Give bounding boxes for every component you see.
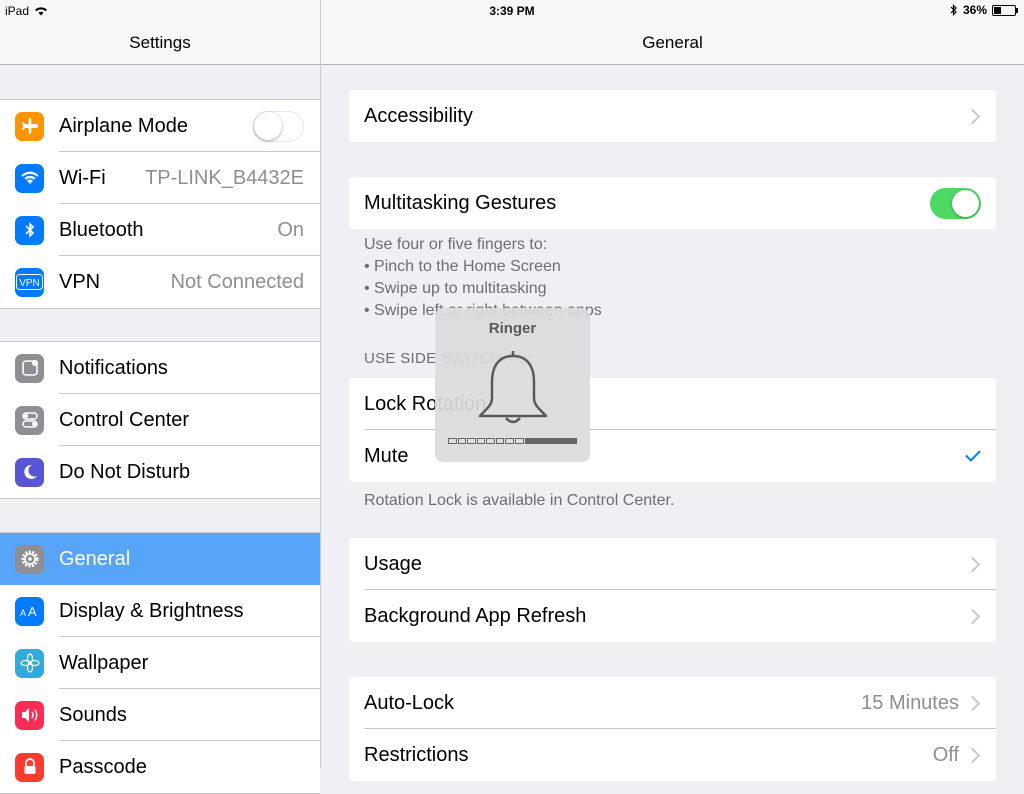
hud-title: Ringer <box>488 320 537 337</box>
sidebar-item-label: Wi-Fi <box>59 166 106 189</box>
vpn-icon: VPN <box>15 267 44 297</box>
sidebar-item-sounds[interactable]: Sounds <box>0 689 320 741</box>
note-line: • Pinch to the Home Screen <box>364 258 561 275</box>
detail-title: General <box>642 33 703 52</box>
wifi-network-value: TP-LINK_B4432E <box>145 166 304 189</box>
sidebar-group-connectivity: Airplane Mode Wi-Fi TP-LINK_B4432E Bluet… <box>0 99 320 309</box>
row-label: Restrictions <box>364 743 469 766</box>
wifi-icon <box>15 163 44 193</box>
sidebar-item-vpn[interactable]: VPN VPN Not Connected <box>0 256 320 308</box>
bell-icon <box>478 351 548 424</box>
ringer-level-empty-segment <box>514 438 524 444</box>
sidebar-group-general: General AA Display & Brightness Wallpape… <box>0 532 320 794</box>
ringer-level-empty-segment <box>467 438 476 444</box>
chevron-right-icon <box>964 108 981 124</box>
ringer-level-empty-segment <box>476 438 486 444</box>
row-label: Multitasking Gestures <box>364 191 557 214</box>
multitasking-group: Multitasking Gestures <box>349 177 996 229</box>
restrictions-row[interactable]: Restrictions Off <box>349 729 996 781</box>
sidebar-item-label: Passcode <box>59 755 147 778</box>
sidebar-group-notifications: Notifications Control Center Do Not Dist… <box>0 341 320 499</box>
sidebar-item-label: Do Not Disturb <box>59 460 191 483</box>
ringer-level-empty-segment <box>486 438 495 444</box>
usage-row[interactable]: Usage <box>349 538 996 590</box>
svg-text:A: A <box>20 608 26 618</box>
ringer-level-empty-segment <box>505 438 514 444</box>
restrictions-value: Off <box>932 743 959 766</box>
note-line: Use four or five fingers to: <box>364 236 548 253</box>
sidebar-item-control-center[interactable]: Control Center <box>0 394 320 446</box>
chevron-right-icon <box>964 747 981 763</box>
chevron-right-icon <box>964 608 981 624</box>
moon-icon <box>15 457 44 487</box>
row-label: Accessibility <box>364 104 473 127</box>
sidebar-item-wallpaper[interactable]: Wallpaper <box>0 637 320 689</box>
display-brightness-icon: AA <box>15 596 44 626</box>
sidebar-item-label: Notifications <box>59 356 168 379</box>
sidebar-item-label: Airplane Mode <box>59 114 188 137</box>
airplane-mode-toggle[interactable] <box>253 110 304 142</box>
lock-icon <box>15 752 44 782</box>
sidebar-item-label: Sounds <box>59 703 127 726</box>
multitasking-gestures-row: Multitasking Gestures <box>349 177 996 229</box>
gear-icon <box>15 544 44 574</box>
sidebar-item-display-brightness[interactable]: AA Display & Brightness <box>0 585 320 637</box>
sidebar-item-airplane-mode[interactable]: Airplane Mode <box>0 100 320 152</box>
battery-icon <box>992 4 1018 16</box>
usage-group: Usage Background App Refresh <box>349 538 996 642</box>
sidebar-item-label: General <box>59 547 131 570</box>
ringer-level-empty-segment <box>448 438 457 444</box>
background-app-refresh-row[interactable]: Background App Refresh <box>349 590 996 642</box>
rotation-lock-note: Rotation Lock is available in Control Ce… <box>364 492 675 509</box>
accessibility-group: Accessibility <box>349 90 996 142</box>
sidebar-item-bluetooth[interactable]: Bluetooth On <box>0 204 320 256</box>
sidebar-item-wifi[interactable]: Wi-Fi TP-LINK_B4432E <box>0 152 320 204</box>
svg-text:VPN: VPN <box>19 278 40 289</box>
ringer-level-empty-segment <box>457 438 467 444</box>
airplane-icon <box>15 111 44 141</box>
sidebar-item-label: Wallpaper <box>59 651 149 674</box>
sidebar-item-label: Control Center <box>59 408 190 431</box>
control-center-icon <box>15 405 44 435</box>
multitasking-gestures-toggle[interactable] <box>930 187 981 219</box>
chevron-right-icon <box>964 556 981 572</box>
status-time: 3:39 PM <box>489 4 535 18</box>
chevron-right-icon <box>964 695 981 711</box>
accessibility-row[interactable]: Accessibility <box>349 90 996 142</box>
vpn-value: Not Connected <box>170 270 304 293</box>
row-label: Background App Refresh <box>364 604 587 627</box>
svg-text:A: A <box>28 604 37 619</box>
speaker-icon <box>15 700 44 730</box>
auto-lock-row[interactable]: Auto-Lock 15 Minutes <box>349 677 996 729</box>
row-label: Usage <box>364 552 422 575</box>
sidebar-title: Settings <box>129 33 191 52</box>
ringer-level-bar <box>448 438 577 444</box>
settings-sidebar: Settings Airplane Mode Wi-Fi TP-LINK_B44… <box>0 0 321 794</box>
sidebar-item-notifications[interactable]: Notifications <box>0 342 320 394</box>
notifications-icon <box>15 353 44 383</box>
ringer-level-empty-segment <box>495 438 505 444</box>
sidebar-item-passcode[interactable]: Passcode <box>0 741 320 793</box>
bluetooth-value: On <box>277 218 304 241</box>
sidebar-item-do-not-disturb[interactable]: Do Not Disturb <box>0 446 320 498</box>
auto-lock-value: 15 Minutes <box>861 691 959 714</box>
ringer-level-fill <box>524 438 577 444</box>
wallpaper-icon <box>15 648 44 678</box>
sidebar-item-label: Bluetooth <box>59 218 144 241</box>
note-line: • Swipe up to multitasking <box>364 280 547 297</box>
ringer-hud: Ringer <box>435 308 590 462</box>
status-bar: iPad 3:39 PM 36% <box>0 0 1024 22</box>
bluetooth-icon <box>15 215 44 245</box>
lock-group: Auto-Lock 15 Minutes Restrictions Off <box>349 677 996 781</box>
battery-percent: 36% <box>962 3 987 17</box>
sidebar-item-label: Display & Brightness <box>59 599 244 622</box>
sidebar-item-general[interactable]: General <box>0 533 320 585</box>
bluetooth-status-icon <box>950 4 957 16</box>
general-detail-pane: General Accessibility Multitasking Gestu… <box>321 0 1024 781</box>
row-label: Auto-Lock <box>364 691 455 714</box>
sidebar-item-label: VPN <box>59 270 101 293</box>
